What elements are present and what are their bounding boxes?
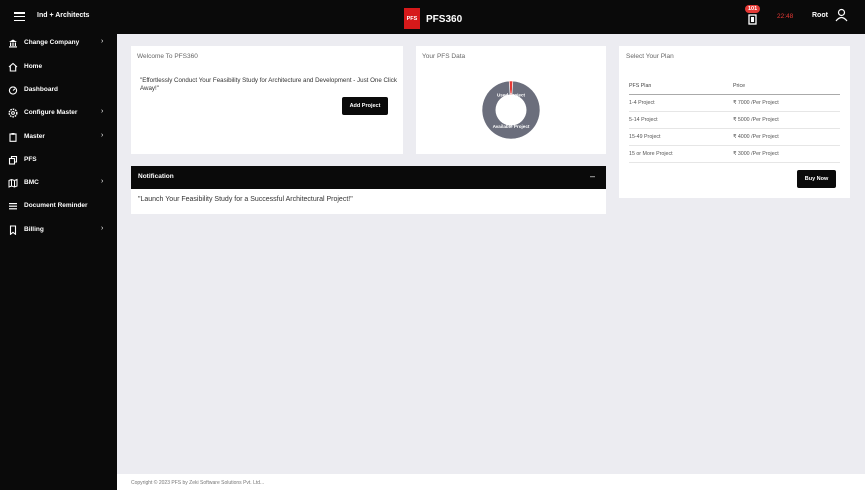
hamburger-menu-icon[interactable] — [14, 12, 25, 22]
home-icon — [8, 62, 18, 72]
sidebar-item-change-company[interactable]: Change Company › — [0, 34, 117, 54]
notification-text: "Launch Your Feasibility Study for a Suc… — [138, 196, 353, 203]
table-row[interactable]: 15-49 Project ₹ 4000 /Per Project — [629, 128, 840, 146]
chevron-right-icon: › — [101, 108, 104, 115]
plan-card: Select Your Plan PFS Plan Price 1-4 Proj… — [619, 46, 850, 198]
plan-cell: 15 or More Project — [629, 145, 733, 163]
sidebar-item-configure-master[interactable]: Configure Master › — [0, 104, 117, 124]
gauge-icon — [8, 86, 18, 95]
sidebar: Change Company › Home Dashboard Configur… — [0, 34, 117, 490]
sidebar-item-document-reminder[interactable]: Document Reminder — [0, 197, 117, 217]
pfs-donut-chart: Used Project Available Project — [481, 80, 541, 140]
sidebar-item-pfs[interactable]: PFS — [0, 151, 117, 171]
collapse-icon[interactable]: – — [590, 171, 595, 181]
gear-icon — [8, 108, 18, 118]
bookmark-icon — [9, 225, 17, 235]
welcome-title: Welcome To PFS360 — [137, 53, 198, 60]
donut-label-used: Used Project — [497, 93, 526, 98]
sidebar-item-master[interactable]: Master › — [0, 128, 117, 148]
plan-cell: 5-14 Project — [629, 111, 733, 129]
notification-title: Notification — [138, 173, 174, 180]
table-header-plan: PFS Plan — [629, 79, 733, 95]
clipboard-icon — [9, 133, 17, 142]
price-cell: ₹ 4000 /Per Project — [733, 128, 840, 146]
sidebar-item-home[interactable]: Home — [0, 58, 117, 78]
table-header-price: Price — [733, 79, 840, 95]
pfs-data-card: Your PFS Data Used Project Available Pro… — [416, 46, 606, 154]
buy-now-button[interactable]: Buy Now — [797, 170, 836, 188]
user-icon[interactable] — [835, 8, 848, 22]
bank-icon — [9, 39, 17, 48]
sidebar-item-bmc[interactable]: BMC › — [0, 174, 117, 194]
donut-hole — [495, 94, 527, 126]
app-title: PFS360 — [426, 14, 463, 25]
chevron-right-icon: › — [101, 38, 104, 45]
list-icon — [9, 203, 17, 210]
map-icon — [8, 178, 18, 188]
table-row[interactable]: 15 or More Project ₹ 3000 /Per Project — [629, 145, 840, 163]
plan-table: PFS Plan Price 1-4 Project ₹ 7000 /Per Pr… — [629, 79, 840, 163]
sidebar-item-billing[interactable]: Billing › — [0, 221, 117, 241]
donut-label-available: Available Project — [493, 124, 530, 129]
price-cell: ₹ 3000 /Per Project — [733, 145, 840, 163]
footer: Copyright © 2023 PFS by Zeki Software So… — [117, 474, 865, 490]
welcome-card: Welcome To PFS360 "Effortlessly Conduct … — [131, 46, 403, 154]
app-logo: PFS — [404, 8, 420, 29]
copy-icon — [8, 155, 18, 165]
price-cell: ₹ 5000 /Per Project — [733, 111, 840, 129]
notification-body: "Launch Your Feasibility Study for a Suc… — [131, 189, 606, 214]
notification-header: Notification – — [131, 166, 606, 189]
add-project-button[interactable]: Add Project — [342, 97, 388, 115]
table-header-row: PFS Plan Price — [629, 79, 840, 95]
copyright-text: Copyright © 2023 PFS by Zeki Software So… — [131, 480, 265, 486]
pfs-data-title: Your PFS Data — [422, 53, 466, 60]
welcome-text: "Effortlessly Conduct Your Feasibility S… — [140, 77, 397, 92]
notification-badge: 101 — [745, 5, 761, 13]
sidebar-item-dashboard[interactable]: Dashboard — [0, 81, 117, 101]
chevron-right-icon: › — [101, 132, 104, 139]
chevron-right-icon: › — [101, 178, 104, 185]
table-row[interactable]: 5-14 Project ₹ 5000 /Per Project — [629, 111, 840, 129]
plan-title: Select Your Plan — [626, 53, 674, 60]
chevron-right-icon: › — [101, 225, 104, 232]
table-row[interactable]: 1-4 Project ₹ 7000 /Per Project — [629, 94, 840, 112]
notification-icon[interactable] — [746, 11, 760, 25]
plan-cell: 15-49 Project — [629, 128, 733, 146]
user-name[interactable]: Root — [812, 12, 828, 19]
price-cell: ₹ 7000 /Per Project — [733, 94, 840, 112]
top-bar: Ind + Architects PFS PFS360 101 22:48 Ro… — [0, 0, 865, 34]
session-clock: 22:48 — [777, 13, 794, 20]
company-name: Ind + Architects — [37, 12, 90, 19]
plan-cell: 1-4 Project — [629, 94, 733, 112]
